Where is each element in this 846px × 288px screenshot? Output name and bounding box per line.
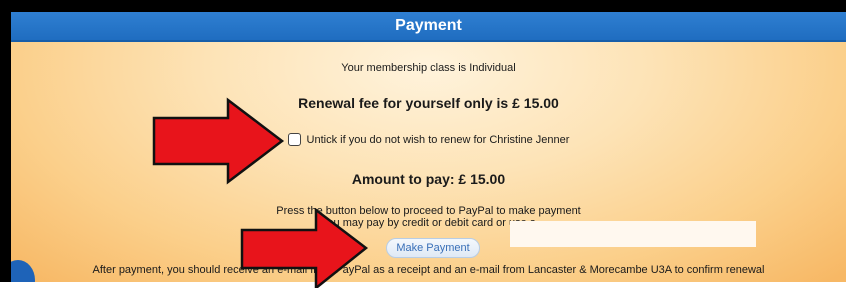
make-payment-button[interactable]: Make Payment bbox=[386, 238, 480, 258]
screenshot-frame: Payment Your membership class is Individ… bbox=[0, 0, 846, 288]
amount-to-pay-text: Amount to pay: £ 15.00 bbox=[351, 171, 506, 187]
red-arrow-icon bbox=[240, 208, 369, 288]
after-payment-text: After payment, you should receive an e-m… bbox=[92, 264, 765, 276]
panel-header: Payment bbox=[11, 12, 846, 42]
renewal-fee-text: Renewal fee for yourself only is £ 15.00 bbox=[298, 95, 559, 111]
untick-label: Untick if you do not wish to renew for C… bbox=[306, 134, 570, 146]
instructions-line-1: Press the button below to proceed to Pay… bbox=[276, 205, 581, 217]
redaction-block bbox=[510, 221, 756, 247]
untick-row: Untick if you do not wish to renew for C… bbox=[11, 133, 846, 146]
payment-panel: Payment Your membership class is Individ… bbox=[11, 12, 846, 282]
red-arrow-icon bbox=[152, 97, 285, 185]
renew-checkbox[interactable] bbox=[287, 133, 301, 146]
membership-class-text: Your membership class is Individual bbox=[341, 62, 516, 74]
